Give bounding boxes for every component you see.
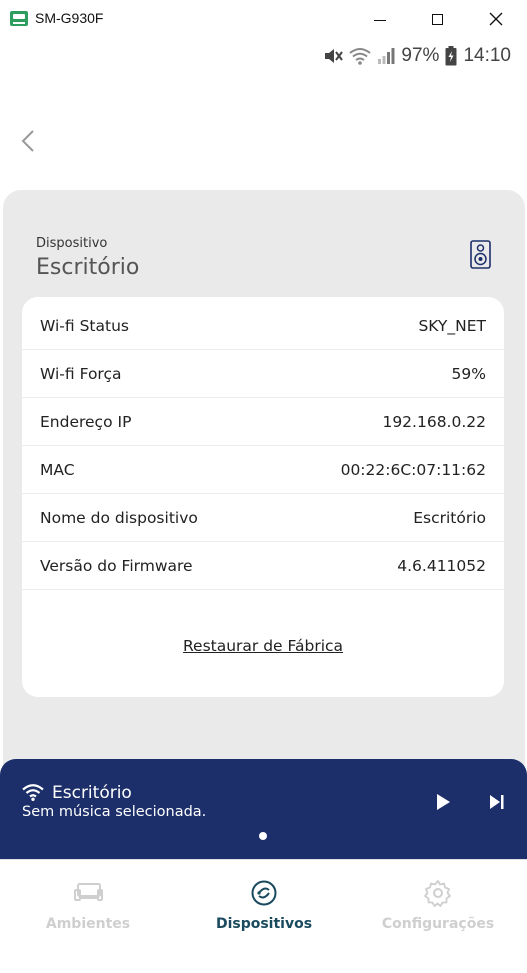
clock: 14:10 [463, 45, 511, 66]
info-value: 59% [451, 364, 486, 383]
close-button[interactable] [483, 6, 509, 32]
info-label: Wi-fi Status [40, 316, 129, 335]
info-row-wifi-strength: Wi-fi Força 59% [22, 350, 504, 398]
info-label: MAC [40, 460, 75, 479]
play-icon[interactable] [433, 792, 453, 812]
status-bar: 97% 14:10 [323, 42, 511, 70]
info-value: Escritório [413, 508, 486, 527]
info-row-mac: MAC 00:22:6C:07:11:62 [22, 446, 504, 494]
info-label: Nome do dispositivo [40, 508, 198, 527]
sofa-icon [74, 883, 103, 901]
info-row-wifi-status: Wi-fi Status SKY_NET [22, 302, 504, 350]
info-label: Endereço IP [40, 412, 132, 431]
speaker-icon[interactable] [470, 240, 491, 269]
info-value: 4.6.411052 [397, 556, 486, 575]
player-title: Escritório [52, 783, 132, 803]
chevron-left-icon [21, 130, 34, 152]
info-value: SKY_NET [418, 316, 486, 335]
info-label: Versão do Firmware [40, 556, 193, 575]
gear-icon [424, 880, 451, 907]
mini-player[interactable]: Escritório Sem música selecionada. [0, 759, 527, 859]
nav-item-ambientes[interactable]: Ambientes [3, 878, 173, 932]
nav-label: Ambientes [45, 916, 131, 932]
nav-label: Dispositivos [215, 916, 313, 932]
window-title: SM-G930F [35, 10, 104, 26]
device-icon [251, 880, 277, 906]
wifi-icon [22, 784, 44, 801]
skip-next-icon[interactable] [487, 792, 507, 812]
device-info-card: Wi-fi Status SKY_NET Wi-fi Força 59% End… [22, 297, 504, 697]
back-button[interactable] [14, 124, 42, 158]
mute-icon [323, 47, 344, 65]
info-value: 00:22:6C:07:11:62 [340, 460, 486, 479]
player-subtitle: Sem música selecionada. [22, 804, 207, 820]
window-titlebar: SM-G930F [0, 0, 527, 38]
nav-item-configuracoes[interactable]: Configurações [353, 878, 523, 932]
nav-item-dispositivos[interactable]: Dispositivos [179, 878, 349, 932]
close-icon [489, 12, 503, 26]
wifi-icon [349, 47, 372, 65]
minimize-button[interactable] [367, 6, 393, 32]
app-icon [10, 11, 28, 26]
battery-percent: 97% [401, 45, 440, 66]
info-row-ip-address: Endereço IP 192.168.0.22 [22, 398, 504, 446]
info-row-device-name: Nome do dispositivo Escritório [22, 494, 504, 542]
info-row-firmware: Versão do Firmware 4.6.411052 [22, 542, 504, 590]
info-label: Wi-fi Força [40, 364, 122, 383]
device-name: Escritório [36, 255, 140, 280]
maximize-button[interactable] [424, 6, 450, 32]
device-label: Dispositivo [36, 236, 108, 251]
factory-reset-link[interactable]: Restaurar de Fábrica [22, 637, 504, 655]
pager-dot [259, 832, 267, 840]
info-value: 192.168.0.22 [382, 412, 486, 431]
signal-icon [377, 47, 395, 65]
bottom-navigation: Ambientes Dispositivos Configurações [0, 859, 527, 973]
nav-label: Configurações [381, 916, 495, 932]
battery-charging-icon [445, 46, 457, 66]
